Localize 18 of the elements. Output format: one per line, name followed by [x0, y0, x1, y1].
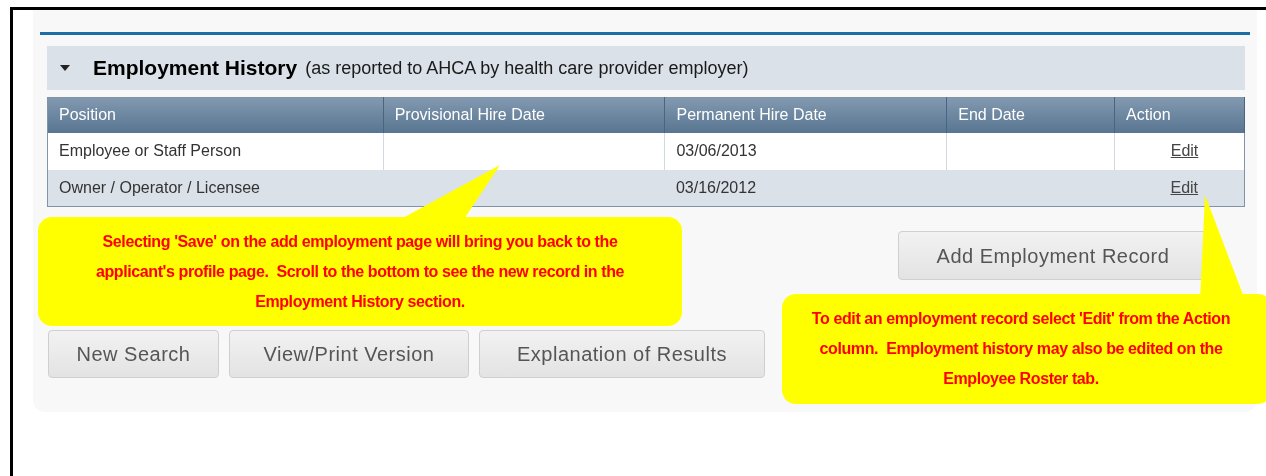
- column-header: Permanent Hire Date: [664, 97, 947, 133]
- column-header: Position: [47, 97, 384, 133]
- column-header: Action: [1114, 97, 1245, 133]
- callout-text: Selecting 'Save' on the add employment page will bring you back to the applicant's profile page. Scroll to the bottom to see the new record in the Employment History section.: [94, 231, 626, 312]
- table-cell: Owner / Operator / Licensee: [59, 178, 260, 196]
- edit-link[interactable]: Edit: [1170, 178, 1199, 196]
- callout-text: To edit an employment record select 'Edit' from the Action column. Employment history may also be edited on the Employee Roster tab.: [810, 309, 1232, 389]
- new-search-button[interactable]: New Search: [48, 330, 219, 378]
- edit-link[interactable]: Edit: [1170, 142, 1199, 159]
- section-subtitle: (as reported to AHCA by health care provider employer): [305, 56, 749, 80]
- explanation-button[interactable]: Explanation of Results: [479, 330, 765, 378]
- table-cell: 03/06/2013: [676, 142, 757, 159]
- column-header: Provisional Hire Date: [383, 97, 665, 133]
- table-cell: Employee or Staff Person: [59, 142, 242, 159]
- column-header: End Date: [946, 97, 1115, 133]
- table-cell: 03/16/2012: [675, 178, 757, 196]
- section-title: Employment History: [93, 55, 298, 82]
- view-print-button[interactable]: View/Print Version: [229, 330, 469, 378]
